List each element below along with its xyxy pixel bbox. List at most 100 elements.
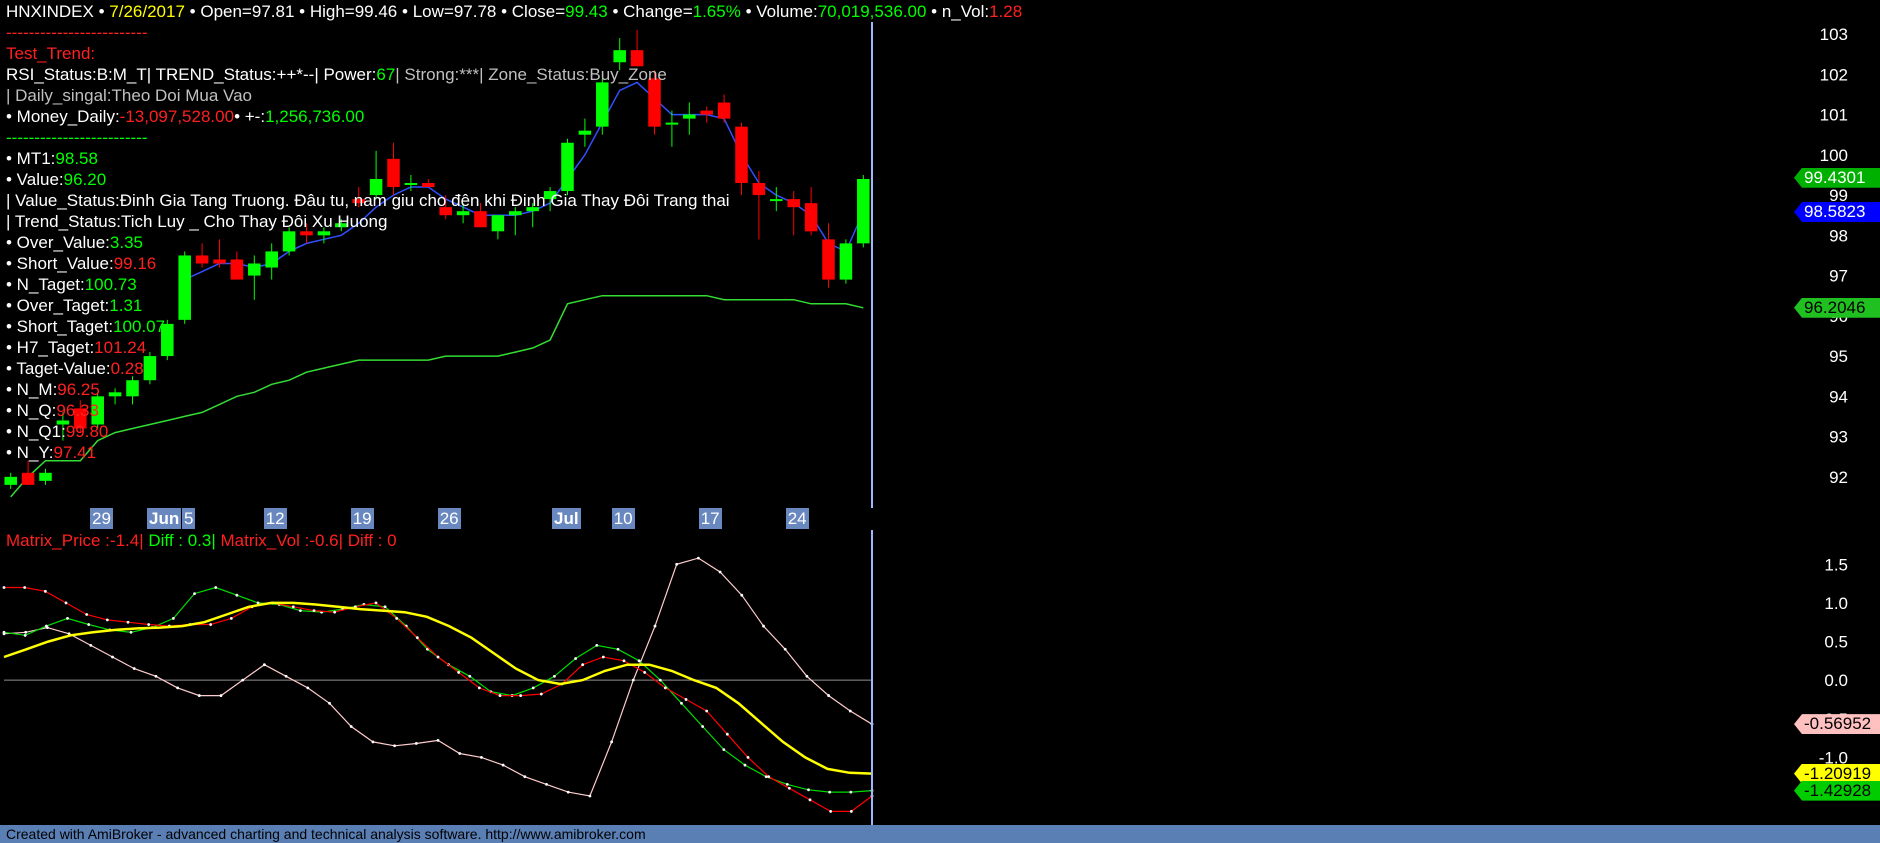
candle bbox=[387, 158, 400, 188]
short-value-value: 99.16 bbox=[113, 254, 157, 273]
indicator-point bbox=[458, 752, 462, 755]
indicator-point bbox=[312, 609, 316, 613]
candle bbox=[717, 102, 731, 119]
indicator-point bbox=[658, 678, 662, 682]
y-tick-label: 0.5 bbox=[1824, 633, 1848, 652]
indicator-point bbox=[43, 589, 47, 593]
indicator-point bbox=[519, 694, 523, 697]
indicator-point bbox=[701, 725, 705, 728]
short-value-line: • Short_Value:99.16 bbox=[6, 253, 156, 274]
candle bbox=[39, 472, 52, 481]
candle bbox=[839, 243, 853, 280]
n-q1-value: 99.80 bbox=[65, 422, 109, 441]
n-m-label: • N_M: bbox=[6, 380, 58, 399]
y-tick-label: 92 bbox=[1829, 468, 1848, 487]
candle bbox=[491, 215, 505, 232]
indicator-point bbox=[767, 775, 771, 779]
price-tag: 98.5823 bbox=[1794, 201, 1880, 222]
candle bbox=[596, 82, 609, 127]
n-taget-label: • N_Taget: bbox=[6, 275, 85, 294]
n-taget-value: 100.73 bbox=[84, 275, 137, 294]
over-value-line: • Over_Value:3.35 bbox=[6, 232, 143, 253]
indicator-point bbox=[718, 570, 722, 574]
taget-value-value: 0.28 bbox=[110, 359, 144, 378]
h7-taget-label: • H7_Taget: bbox=[6, 338, 95, 357]
indicator-point bbox=[622, 659, 626, 663]
indicator-point bbox=[436, 738, 440, 742]
indicator-point bbox=[23, 633, 27, 637]
indicator-point bbox=[235, 593, 239, 597]
indicator-point bbox=[176, 686, 180, 690]
indicator-point bbox=[2, 586, 6, 589]
indicator-point bbox=[783, 647, 787, 651]
indicator-point bbox=[24, 630, 28, 634]
indicator-point bbox=[193, 592, 196, 596]
indicator-point bbox=[477, 686, 481, 690]
indicator-point bbox=[581, 663, 585, 667]
candle bbox=[735, 126, 748, 183]
money-change-value: 1,256,736.00 bbox=[265, 107, 365, 126]
candle bbox=[213, 259, 226, 264]
separator-line: ------------------------- bbox=[6, 128, 148, 147]
indicator-point bbox=[675, 562, 679, 566]
candle bbox=[700, 110, 713, 115]
indicator-series bbox=[3, 557, 873, 797]
h7-taget-value: 101.24 bbox=[94, 338, 147, 357]
indicator-point bbox=[848, 709, 852, 713]
indicator-point bbox=[829, 810, 833, 813]
indicator-point bbox=[241, 678, 245, 682]
candle bbox=[126, 380, 139, 397]
indicator-point bbox=[637, 659, 641, 663]
indicator-point bbox=[545, 782, 548, 786]
indicator-point bbox=[827, 694, 830, 697]
value-line: • Value:96.20 bbox=[6, 169, 106, 190]
indicator-point bbox=[126, 620, 130, 624]
y-tick-label: 93 bbox=[1829, 428, 1848, 447]
n-y-value: 97.41 bbox=[53, 443, 97, 462]
indicator-point bbox=[154, 674, 158, 678]
indicator-point bbox=[680, 701, 683, 705]
indicator-point bbox=[828, 790, 832, 794]
indicator-point bbox=[284, 674, 288, 678]
short-taget-label: • Short_Taget: bbox=[6, 317, 114, 336]
taget-value-line: • Taget-Value:0.28 bbox=[6, 358, 144, 379]
indicator-point bbox=[705, 709, 709, 713]
chart-stage: HNXINDEX • 7/26/2017 • Open=97.81 • High… bbox=[0, 0, 1880, 843]
indicator-point bbox=[762, 624, 765, 628]
over-taget-line: • Over_Taget:1.31 bbox=[6, 295, 142, 316]
indicator-point bbox=[610, 740, 613, 744]
over-value-label: • Over_Value: bbox=[6, 233, 110, 252]
short-taget-line: • Short_Taget:100.07 bbox=[6, 316, 165, 337]
indicator-point bbox=[219, 694, 223, 697]
value-tag: -0.56952 bbox=[1794, 714, 1880, 735]
candle bbox=[21, 472, 35, 485]
indicator-point bbox=[616, 647, 620, 651]
rsi-status-line: RSI_Status:B:M_T| TREND_Status:++*--| Po… bbox=[6, 64, 667, 85]
indicator-point bbox=[595, 643, 599, 647]
indicator-point bbox=[684, 698, 688, 701]
indicator-point bbox=[147, 623, 151, 626]
candle bbox=[4, 476, 17, 485]
candle bbox=[404, 183, 418, 185]
indicator-point bbox=[291, 605, 295, 609]
mt1-line: • MT1:98.58 bbox=[6, 148, 98, 169]
indicator-point bbox=[480, 755, 483, 759]
indicator-point bbox=[415, 636, 419, 640]
daily-signal: | Daily_singal:Theo Doi Mua Vao bbox=[6, 86, 253, 105]
indicator-point bbox=[722, 748, 726, 752]
indicator-point bbox=[197, 694, 201, 697]
indicator-point bbox=[2, 630, 6, 634]
money-daily-value: -13,097,528.00 bbox=[119, 107, 235, 126]
candle bbox=[108, 392, 122, 397]
over-taget-value: 1.31 bbox=[109, 296, 143, 315]
indicator-point bbox=[743, 763, 747, 767]
candle bbox=[578, 130, 592, 135]
indicator-point bbox=[414, 742, 418, 745]
indicator-point bbox=[601, 655, 605, 659]
indicator-point bbox=[468, 674, 472, 678]
money-change-label: • +-: bbox=[234, 107, 266, 126]
indicator-point bbox=[574, 657, 578, 660]
y-tick-label: 95 bbox=[1829, 347, 1848, 366]
candle bbox=[282, 231, 296, 252]
y-tick-label: 0.0 bbox=[1824, 671, 1848, 690]
